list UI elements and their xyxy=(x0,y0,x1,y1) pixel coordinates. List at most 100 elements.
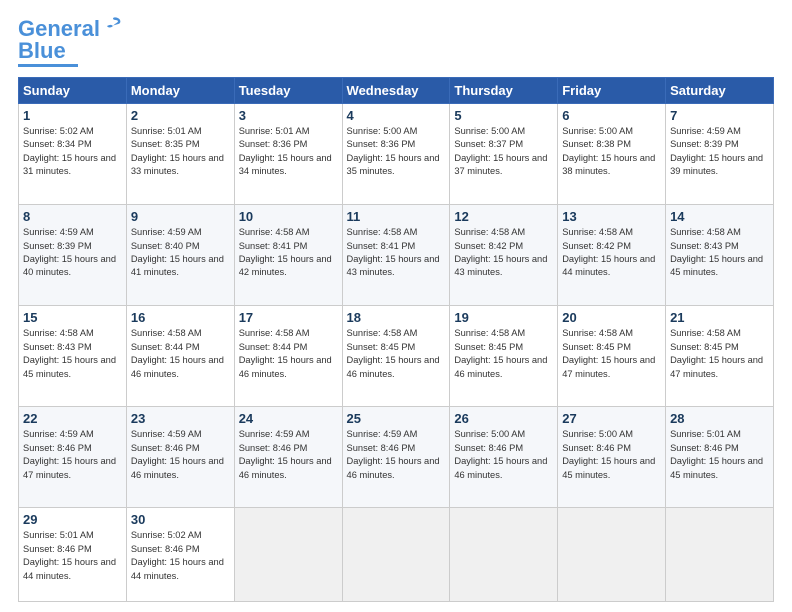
day-number: 5 xyxy=(454,108,553,123)
calendar-cell: 23 Sunrise: 4:59 AMSunset: 8:46 PMDayligh… xyxy=(126,407,234,508)
calendar-cell: 12 Sunrise: 4:58 AMSunset: 8:42 PMDayligh… xyxy=(450,205,558,306)
logo-underline xyxy=(18,64,78,67)
cell-info: Sunrise: 4:58 AMSunset: 8:44 PMDaylight:… xyxy=(239,328,332,378)
calendar-cell: 19 Sunrise: 4:58 AMSunset: 8:45 PMDayligh… xyxy=(450,306,558,407)
calendar-cell: 27 Sunrise: 5:00 AMSunset: 8:46 PMDayligh… xyxy=(558,407,666,508)
day-number: 16 xyxy=(131,310,230,325)
day-header-thursday: Thursday xyxy=(450,78,558,104)
day-number: 9 xyxy=(131,209,230,224)
cell-info: Sunrise: 5:01 AMSunset: 8:35 PMDaylight:… xyxy=(131,126,224,176)
day-number: 7 xyxy=(670,108,769,123)
logo-bird-icon xyxy=(102,15,124,37)
calendar-cell: 28 Sunrise: 5:01 AMSunset: 8:46 PMDayligh… xyxy=(666,407,774,508)
calendar-cell: 18 Sunrise: 4:58 AMSunset: 8:45 PMDayligh… xyxy=(342,306,450,407)
cell-info: Sunrise: 5:00 AMSunset: 8:36 PMDaylight:… xyxy=(347,126,440,176)
day-number: 12 xyxy=(454,209,553,224)
calendar-cell: 21 Sunrise: 4:58 AMSunset: 8:45 PMDayligh… xyxy=(666,306,774,407)
cell-info: Sunrise: 4:58 AMSunset: 8:45 PMDaylight:… xyxy=(562,328,655,378)
calendar-cell: 8 Sunrise: 4:59 AMSunset: 8:39 PMDaylight… xyxy=(19,205,127,306)
day-number: 10 xyxy=(239,209,338,224)
cell-info: Sunrise: 5:01 AMSunset: 8:46 PMDaylight:… xyxy=(670,429,763,479)
page: General Blue SundayMondayTuesdayWednesda… xyxy=(0,0,792,612)
day-header-friday: Friday xyxy=(558,78,666,104)
cell-info: Sunrise: 4:58 AMSunset: 8:45 PMDaylight:… xyxy=(347,328,440,378)
cell-info: Sunrise: 5:00 AMSunset: 8:37 PMDaylight:… xyxy=(454,126,547,176)
cell-info: Sunrise: 4:58 AMSunset: 8:44 PMDaylight:… xyxy=(131,328,224,378)
cell-info: Sunrise: 5:02 AMSunset: 8:46 PMDaylight:… xyxy=(131,530,224,580)
day-number: 23 xyxy=(131,411,230,426)
calendar-cell: 5 Sunrise: 5:00 AMSunset: 8:37 PMDaylight… xyxy=(450,104,558,205)
day-header-saturday: Saturday xyxy=(666,78,774,104)
day-header-sunday: Sunday xyxy=(19,78,127,104)
cell-info: Sunrise: 4:58 AMSunset: 8:45 PMDaylight:… xyxy=(454,328,547,378)
calendar-cell: 29Sunrise: 5:01 AMSunset: 8:46 PMDayligh… xyxy=(19,508,127,602)
day-number: 17 xyxy=(239,310,338,325)
cell-info: Sunrise: 4:59 AMSunset: 8:39 PMDaylight:… xyxy=(23,227,116,277)
calendar-cell: 30 Sunrise: 5:02 AMSunset: 8:46 PMDayligh… xyxy=(126,508,234,602)
day-number: 24 xyxy=(239,411,338,426)
logo-blue: Blue xyxy=(18,40,66,62)
calendar-cell xyxy=(450,508,558,602)
day-number: 25 xyxy=(347,411,446,426)
cell-info: Sunrise: 5:02 AMSunset: 8:34 PMDaylight:… xyxy=(23,126,116,176)
calendar-cell: 25 Sunrise: 4:59 AMSunset: 8:46 PMDayligh… xyxy=(342,407,450,508)
day-header-monday: Monday xyxy=(126,78,234,104)
calendar-table: SundayMondayTuesdayWednesdayThursdayFrid… xyxy=(18,77,774,602)
cell-info: Sunrise: 4:59 AMSunset: 8:39 PMDaylight:… xyxy=(670,126,763,176)
logo-text: General xyxy=(18,18,100,40)
cell-info: Sunrise: 4:59 AMSunset: 8:46 PMDaylight:… xyxy=(23,429,116,479)
calendar-cell xyxy=(558,508,666,602)
calendar-cell xyxy=(342,508,450,602)
calendar-cell xyxy=(666,508,774,602)
day-number: 2 xyxy=(131,108,230,123)
day-header-tuesday: Tuesday xyxy=(234,78,342,104)
day-number: 3 xyxy=(239,108,338,123)
cell-info: Sunrise: 5:01 AMSunset: 8:36 PMDaylight:… xyxy=(239,126,332,176)
cell-info: Sunrise: 4:58 AMSunset: 8:43 PMDaylight:… xyxy=(23,328,116,378)
day-number: 15 xyxy=(23,310,122,325)
cell-info: Sunrise: 4:58 AMSunset: 8:42 PMDaylight:… xyxy=(562,227,655,277)
calendar-cell: 2 Sunrise: 5:01 AMSunset: 8:35 PMDaylight… xyxy=(126,104,234,205)
calendar-cell: 15 Sunrise: 4:58 AMSunset: 8:43 PMDayligh… xyxy=(19,306,127,407)
calendar-cell xyxy=(234,508,342,602)
calendar-cell: 14Sunrise: 4:58 AMSunset: 8:43 PMDayligh… xyxy=(666,205,774,306)
cell-info: Sunrise: 4:58 AMSunset: 8:45 PMDaylight:… xyxy=(670,328,763,378)
day-number: 30 xyxy=(131,512,230,527)
calendar-cell: 17 Sunrise: 4:58 AMSunset: 8:44 PMDayligh… xyxy=(234,306,342,407)
day-number: 26 xyxy=(454,411,553,426)
day-number: 8 xyxy=(23,209,122,224)
calendar-cell: 1 Sunrise: 5:02 AMSunset: 8:34 PMDaylight… xyxy=(19,104,127,205)
day-number: 27 xyxy=(562,411,661,426)
calendar-cell: 20Sunrise: 4:58 AMSunset: 8:45 PMDayligh… xyxy=(558,306,666,407)
day-number: 6 xyxy=(562,108,661,123)
cell-info: Sunrise: 4:58 AMSunset: 8:42 PMDaylight:… xyxy=(454,227,547,277)
calendar-cell: 16 Sunrise: 4:58 AMSunset: 8:44 PMDayligh… xyxy=(126,306,234,407)
calendar-cell: 7 Sunrise: 4:59 AMSunset: 8:39 PMDaylight… xyxy=(666,104,774,205)
day-number: 29 xyxy=(23,512,122,527)
header: General Blue xyxy=(18,18,774,67)
day-number: 4 xyxy=(347,108,446,123)
cell-info: Sunrise: 5:00 AMSunset: 8:46 PMDaylight:… xyxy=(454,429,547,479)
day-number: 18 xyxy=(347,310,446,325)
calendar-cell: 13Sunrise: 4:58 AMSunset: 8:42 PMDayligh… xyxy=(558,205,666,306)
calendar-cell: 6Sunrise: 5:00 AMSunset: 8:38 PMDaylight… xyxy=(558,104,666,205)
cell-info: Sunrise: 4:59 AMSunset: 8:46 PMDaylight:… xyxy=(131,429,224,479)
day-header-wednesday: Wednesday xyxy=(342,78,450,104)
day-number: 21 xyxy=(670,310,769,325)
cell-info: Sunrise: 4:59 AMSunset: 8:40 PMDaylight:… xyxy=(131,227,224,277)
day-number: 28 xyxy=(670,411,769,426)
calendar-cell: 4 Sunrise: 5:00 AMSunset: 8:36 PMDaylight… xyxy=(342,104,450,205)
day-number: 22 xyxy=(23,411,122,426)
cell-info: Sunrise: 4:59 AMSunset: 8:46 PMDaylight:… xyxy=(239,429,332,479)
cell-info: Sunrise: 4:58 AMSunset: 8:41 PMDaylight:… xyxy=(347,227,440,277)
calendar-cell: 3 Sunrise: 5:01 AMSunset: 8:36 PMDaylight… xyxy=(234,104,342,205)
logo: General Blue xyxy=(18,18,124,67)
calendar-cell: 9 Sunrise: 4:59 AMSunset: 8:40 PMDaylight… xyxy=(126,205,234,306)
calendar-cell: 26 Sunrise: 5:00 AMSunset: 8:46 PMDayligh… xyxy=(450,407,558,508)
cell-info: Sunrise: 5:00 AMSunset: 8:46 PMDaylight:… xyxy=(562,429,655,479)
cell-info: Sunrise: 4:59 AMSunset: 8:46 PMDaylight:… xyxy=(347,429,440,479)
day-number: 19 xyxy=(454,310,553,325)
calendar-cell: 11Sunrise: 4:58 AMSunset: 8:41 PMDayligh… xyxy=(342,205,450,306)
day-number: 1 xyxy=(23,108,122,123)
cell-info: Sunrise: 4:58 AMSunset: 8:41 PMDaylight:… xyxy=(239,227,332,277)
